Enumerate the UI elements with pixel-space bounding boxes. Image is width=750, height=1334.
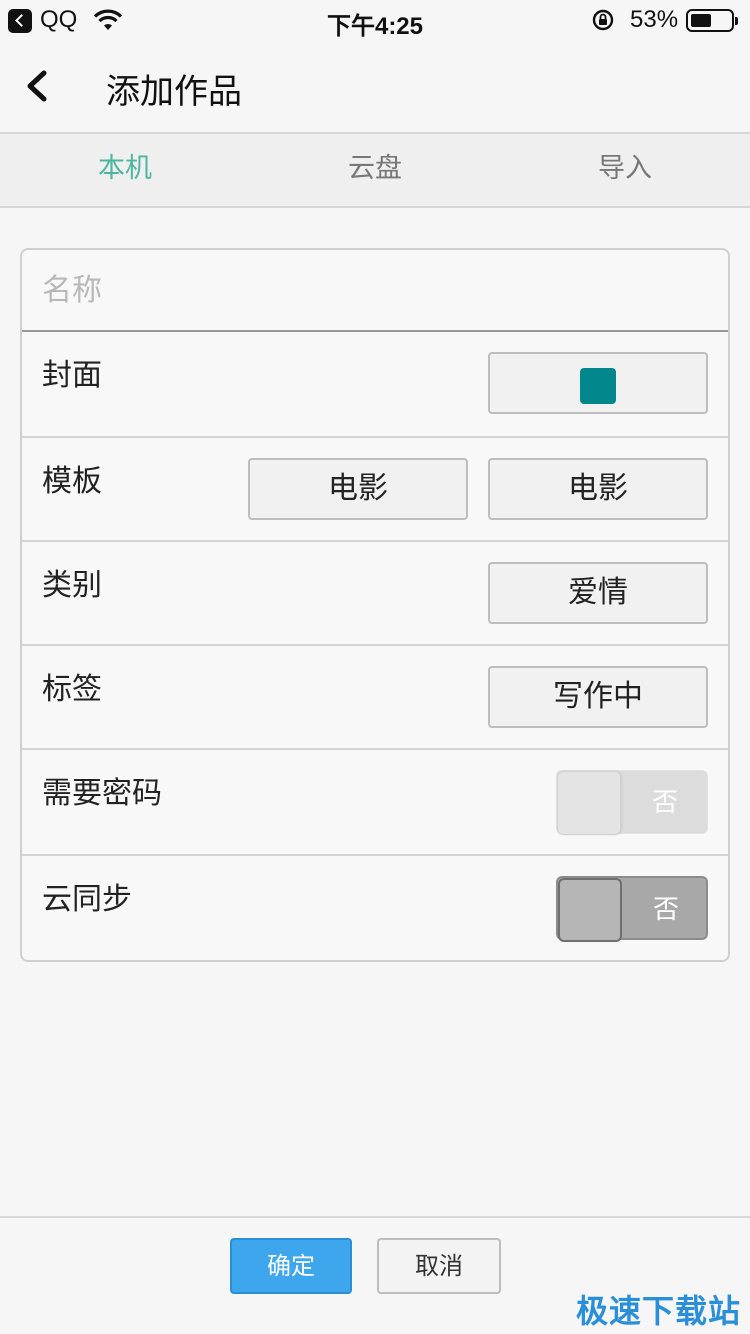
page-title: 添加作品 (106, 72, 242, 112)
cloud-sync-row: 云同步 否 (22, 856, 728, 962)
password-label: 需要密码 (42, 776, 162, 811)
site-watermark: 极速下载站 (576, 1292, 742, 1330)
category-row: 类别 爱情 (22, 542, 728, 646)
add-work-form: 封面 模板 电影 电影 类别 爱情 标签 写作中 需要密码 否 云同步 否 (20, 248, 730, 962)
template-label: 模板 (42, 464, 102, 499)
tag-select-button[interactable]: 写作中 (488, 666, 708, 728)
toggle-state-text: 否 (651, 788, 678, 818)
cloud-sync-toggle[interactable]: 否 (556, 876, 708, 942)
cover-row: 封面 (22, 332, 728, 438)
tag-row: 标签 写作中 (22, 646, 728, 750)
tab-import[interactable]: 导入 (500, 134, 750, 206)
bottom-action-bar: 确定 取消 极速下载站 (0, 1216, 750, 1334)
category-label: 类别 (42, 568, 102, 603)
tag-label: 标签 (42, 672, 102, 707)
battery-percent: 53% (630, 6, 679, 33)
template-option-button[interactable]: 电影 (248, 458, 468, 520)
back-chevron-icon[interactable] (22, 68, 62, 108)
nav-bar: 添加作品 (0, 40, 750, 132)
tab-cloud-disk[interactable]: 云盘 (250, 134, 500, 206)
name-row (22, 250, 728, 332)
cancel-button[interactable]: 取消 (377, 1238, 501, 1294)
template-row: 模板 电影 电影 (22, 438, 728, 542)
confirm-button[interactable]: 确定 (230, 1238, 352, 1294)
cover-picker-button[interactable] (488, 352, 708, 414)
rotation-lock-icon (592, 9, 614, 31)
tab-local[interactable]: 本机 (0, 134, 250, 206)
battery-icon (686, 9, 738, 32)
name-input[interactable] (42, 268, 702, 312)
category-select-button[interactable]: 爱情 (488, 562, 708, 624)
source-tabs: 本机 云盘 导入 (0, 132, 750, 208)
toggle-state-text: 否 (652, 895, 679, 925)
toggle-knob (558, 878, 622, 942)
password-toggle[interactable]: 否 (556, 770, 708, 835)
battery-level (691, 14, 711, 27)
cover-label: 封面 (42, 358, 102, 393)
status-bar: QQ 下午4:25 53% (0, 0, 750, 40)
cloud-sync-label: 云同步 (42, 882, 132, 917)
template-option-button[interactable]: 电影 (488, 458, 708, 520)
password-row: 需要密码 否 (22, 750, 728, 856)
cover-color-swatch (580, 368, 616, 404)
toggle-knob (557, 771, 621, 835)
